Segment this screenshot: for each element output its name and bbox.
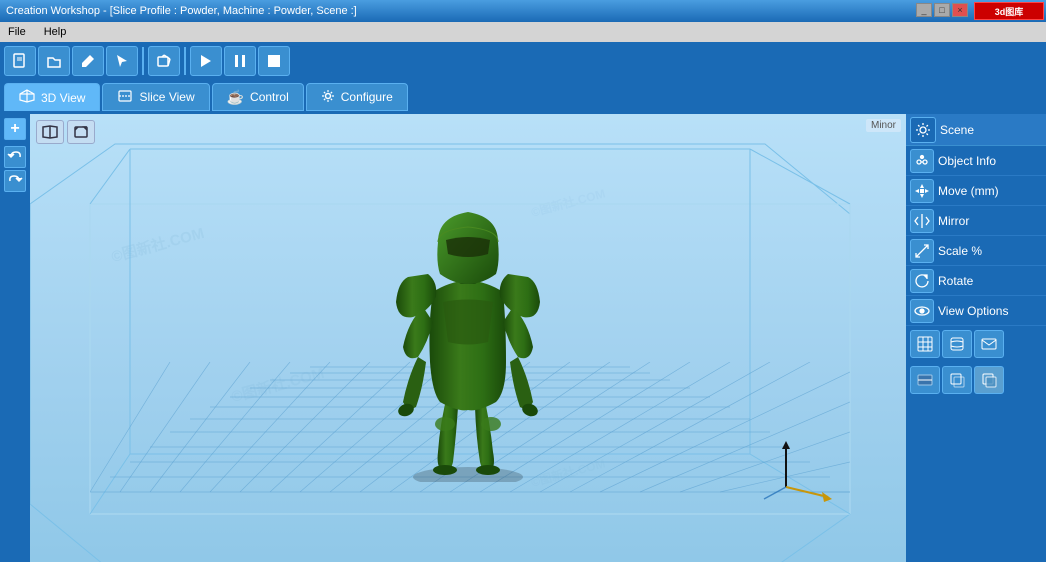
tab-3d-view[interactable]: 3D View bbox=[4, 83, 100, 111]
move-item[interactable]: Move (mm) bbox=[906, 176, 1046, 206]
tab-control[interactable]: ☕ Control bbox=[212, 83, 304, 111]
left-panel: + bbox=[0, 114, 30, 562]
menu-bar: File Help bbox=[0, 22, 1046, 42]
icon-row-1 bbox=[906, 326, 1046, 362]
move-icon bbox=[910, 179, 934, 203]
viewport-background bbox=[30, 114, 906, 562]
perspective-button[interactable] bbox=[36, 120, 64, 144]
box-view-button-2[interactable] bbox=[942, 366, 972, 394]
mirror-item[interactable]: Mirror bbox=[906, 206, 1046, 236]
tab-3d-view-label: 3D View bbox=[41, 91, 85, 105]
undo-button[interactable] bbox=[4, 146, 26, 168]
orthogonal-button[interactable] bbox=[67, 120, 95, 144]
toolbar bbox=[0, 42, 1046, 80]
scale-label: Scale % bbox=[938, 244, 982, 258]
shape-button[interactable] bbox=[148, 46, 180, 76]
rotate-icon bbox=[910, 269, 934, 293]
tab-slice-view-icon bbox=[117, 89, 133, 106]
object-view-button[interactable] bbox=[942, 330, 972, 358]
object-info-item[interactable]: Object Info bbox=[906, 146, 1046, 176]
object-info-icon bbox=[910, 149, 934, 173]
box-view-button-1[interactable] bbox=[910, 366, 940, 394]
new-button[interactable] bbox=[4, 46, 36, 76]
toolbar-separator bbox=[142, 47, 144, 75]
mirror-icon bbox=[910, 209, 934, 233]
menu-help[interactable]: Help bbox=[40, 26, 71, 38]
title-bar: Creation Workshop - [Slice Profile : Pow… bbox=[0, 0, 1046, 22]
tab-slice-view[interactable]: Slice View bbox=[102, 83, 209, 111]
tab-control-icon: ☕ bbox=[227, 89, 244, 106]
minimize-button[interactable]: _ bbox=[916, 3, 932, 17]
toolbar-separator-2 bbox=[184, 47, 186, 75]
logo-badge: 3d图库 bbox=[974, 2, 1044, 20]
pause-button[interactable] bbox=[224, 46, 256, 76]
box-view-button-3[interactable] bbox=[974, 366, 1004, 394]
grid-view-button[interactable] bbox=[910, 330, 940, 358]
move-label: Move (mm) bbox=[938, 184, 999, 198]
mirror-label: Mirror bbox=[938, 214, 969, 228]
tab-configure[interactable]: Configure bbox=[306, 83, 408, 111]
main-area: + ©图新社.COM ©图新社.COM ©图新社.COM ©图新社.COM ©图… bbox=[0, 114, 1046, 562]
view-options-icon bbox=[910, 299, 934, 323]
3d-viewport[interactable]: ©图新社.COM ©图新社.COM ©图新社.COM ©图新社.COM ©图新社… bbox=[30, 114, 906, 562]
scale-icon bbox=[910, 239, 934, 263]
view-options-label: View Options bbox=[938, 304, 1008, 318]
tab-3d-view-icon bbox=[19, 89, 35, 106]
envelope-button[interactable] bbox=[974, 330, 1004, 358]
rotate-item[interactable]: Rotate bbox=[906, 266, 1046, 296]
open-button[interactable] bbox=[38, 46, 70, 76]
pointer-button[interactable] bbox=[106, 46, 138, 76]
pen-tool-button[interactable] bbox=[72, 46, 104, 76]
tab-bar: 3D View Slice View ☕ Control Configure bbox=[0, 80, 1046, 114]
scene-panel-icon[interactable] bbox=[910, 117, 936, 143]
maximize-button[interactable]: □ bbox=[934, 3, 950, 17]
rotate-label: Rotate bbox=[938, 274, 973, 288]
object-info-label: Object Info bbox=[938, 154, 996, 168]
tab-configure-icon bbox=[321, 89, 335, 106]
window-controls[interactable]: _ □ × bbox=[916, 3, 968, 17]
tab-slice-view-label: Slice View bbox=[139, 90, 194, 104]
redo-button[interactable] bbox=[4, 170, 26, 192]
play-button[interactable] bbox=[190, 46, 222, 76]
view-options-item[interactable]: View Options bbox=[906, 296, 1046, 326]
app-title: Creation Workshop - [Slice Profile : Pow… bbox=[6, 5, 357, 17]
stop-button[interactable] bbox=[258, 46, 290, 76]
close-button[interactable]: × bbox=[952, 3, 968, 17]
scale-item[interactable]: Scale % bbox=[906, 236, 1046, 266]
view-control-buttons bbox=[36, 120, 95, 144]
tab-control-label: Control bbox=[250, 90, 289, 104]
tab-configure-label: Configure bbox=[341, 90, 393, 104]
menu-file[interactable]: File bbox=[4, 26, 30, 38]
add-button[interactable]: + bbox=[4, 118, 26, 140]
right-panel: Scene Object Info Move (mm) Mirror Scale bbox=[906, 114, 1046, 562]
scene-label: Minor bbox=[866, 119, 901, 132]
icon-row-2 bbox=[906, 362, 1046, 398]
scene-panel-label: Scene bbox=[940, 123, 974, 137]
